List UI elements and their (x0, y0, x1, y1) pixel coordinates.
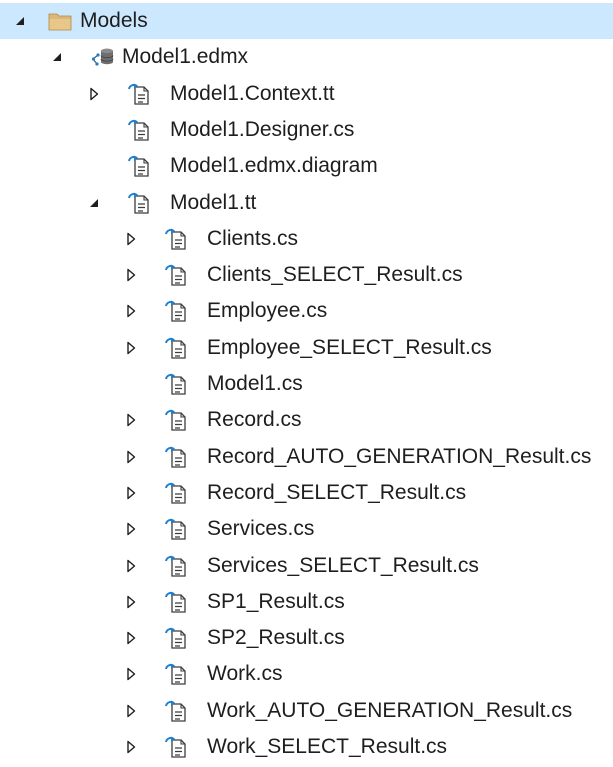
tree-item-label: SP1_Result.cs (207, 589, 345, 613)
tree-item[interactable]: SP1_Result.cs (0, 584, 613, 620)
tree-item-label: Clients_SELECT_Result.cs (207, 263, 463, 287)
tree-item-label: Model1.cs (207, 372, 303, 395)
template-file-icon (165, 409, 189, 431)
tree-item[interactable]: Employee_SELECT_Result.cs (0, 330, 613, 366)
tree-item[interactable]: Services_SELECT_Result.cs (0, 548, 613, 584)
tree-item[interactable]: Model1.tt (0, 185, 613, 221)
template-file-icon (165, 264, 189, 286)
tree-item[interactable]: Clients_SELECT_Result.cs (0, 257, 613, 293)
collapsed-arrow-icon[interactable] (121, 475, 141, 511)
collapsed-arrow-icon[interactable] (121, 656, 141, 692)
template-file-icon (165, 591, 189, 613)
tree-item[interactable]: Model1.edmx (0, 39, 613, 75)
tree-item[interactable]: Record_SELECT_Result.cs (0, 475, 613, 511)
template-file-icon (165, 736, 189, 758)
template-file-icon (165, 337, 189, 359)
template-file-icon (165, 663, 189, 686)
tree-item-label: SP2_Result.cs (207, 626, 345, 650)
collapsed-arrow-icon[interactable] (121, 402, 141, 438)
template-file-icon (165, 555, 189, 577)
tree-item-label: Work_SELECT_Result.cs (207, 735, 448, 758)
tree-item-label: Model1.tt (170, 190, 257, 214)
tree-item-label: Record_AUTO_GENERATION_Result.cs (207, 444, 592, 468)
tree-item[interactable]: Work_SELECT_Result.cs (0, 729, 613, 765)
template-file-icon (128, 155, 152, 177)
collapsed-arrow-icon[interactable] (121, 548, 141, 584)
edmx-model-icon (91, 46, 115, 68)
collapsed-arrow-icon[interactable] (121, 729, 141, 765)
tree-item[interactable]: Employee.cs (0, 293, 613, 329)
tree-item[interactable]: Model1.edmx.diagram (0, 148, 613, 184)
tree-item[interactable]: Clients.cs (0, 221, 613, 257)
template-file-icon (128, 192, 152, 214)
template-file-icon (128, 119, 152, 141)
template-file-icon (165, 300, 189, 323)
tree-item-label: Model1.edmx.diagram (170, 154, 378, 178)
template-file-icon (165, 627, 189, 649)
collapsed-arrow-icon[interactable] (121, 439, 141, 475)
collapsed-arrow-icon[interactable] (121, 293, 141, 329)
tree-item-label: Clients.cs (207, 226, 299, 250)
expanded-arrow-icon[interactable] (10, 3, 30, 39)
tree-item[interactable]: SP2_Result.cs (0, 620, 613, 656)
tree-item[interactable]: Record_AUTO_GENERATION_Result.cs (0, 439, 613, 475)
template-file-icon (165, 482, 189, 504)
template-file-icon (165, 518, 189, 540)
tree-item-label: Model1.Context.tt (170, 81, 335, 105)
tree-item[interactable]: Models (0, 3, 613, 39)
collapsed-arrow-icon[interactable] (121, 511, 141, 547)
template-file-icon (165, 700, 189, 722)
tree-item-label: Work.cs (207, 662, 283, 686)
folder-icon (48, 10, 72, 32)
tree-item-label: Employee_SELECT_Result.cs (207, 335, 492, 359)
solution-explorer-tree: Models Model1.edmx Model1.Context.tt Model1… (0, 0, 613, 767)
tree-item-label: Record_SELECT_Result.cs (207, 480, 467, 504)
template-file-icon (165, 446, 189, 468)
template-file-icon (165, 228, 189, 250)
tree-item-label: Services.cs (207, 517, 315, 541)
collapsed-arrow-icon[interactable] (84, 76, 104, 112)
tree-item-label: Record.cs (207, 408, 302, 432)
tree-item[interactable]: Work.cs (0, 656, 613, 692)
expanded-arrow-icon[interactable] (84, 185, 104, 221)
collapsed-arrow-icon[interactable] (121, 584, 141, 620)
tree-item-label: Employee.cs (207, 299, 328, 323)
tree-item-label: Models (80, 9, 148, 32)
collapsed-arrow-icon[interactable] (121, 330, 141, 366)
tree-item[interactable]: Model1.Context.tt (0, 76, 613, 112)
collapsed-arrow-icon[interactable] (121, 693, 141, 729)
tree-item[interactable]: Record.cs (0, 402, 613, 438)
expanded-arrow-icon[interactable] (47, 39, 67, 75)
collapsed-arrow-icon[interactable] (121, 257, 141, 293)
collapsed-arrow-icon[interactable] (121, 620, 141, 656)
tree-item[interactable]: Model1.Designer.cs (0, 112, 613, 148)
collapsed-arrow-icon[interactable] (121, 221, 141, 257)
tree-item[interactable]: Model1.cs (0, 366, 613, 402)
tree-item-label: Model1.Designer.cs (170, 117, 355, 141)
template-file-icon (128, 83, 152, 105)
tree-item-label: Model1.edmx (122, 45, 249, 69)
tree-item[interactable]: Services.cs (0, 511, 613, 547)
tree-item-label: Work_AUTO_GENERATION_Result.cs (207, 698, 573, 722)
tree-item[interactable]: Work_AUTO_GENERATION_Result.cs (0, 693, 613, 729)
tree-item-label: Services_SELECT_Result.cs (207, 553, 479, 577)
template-file-icon (165, 373, 189, 395)
